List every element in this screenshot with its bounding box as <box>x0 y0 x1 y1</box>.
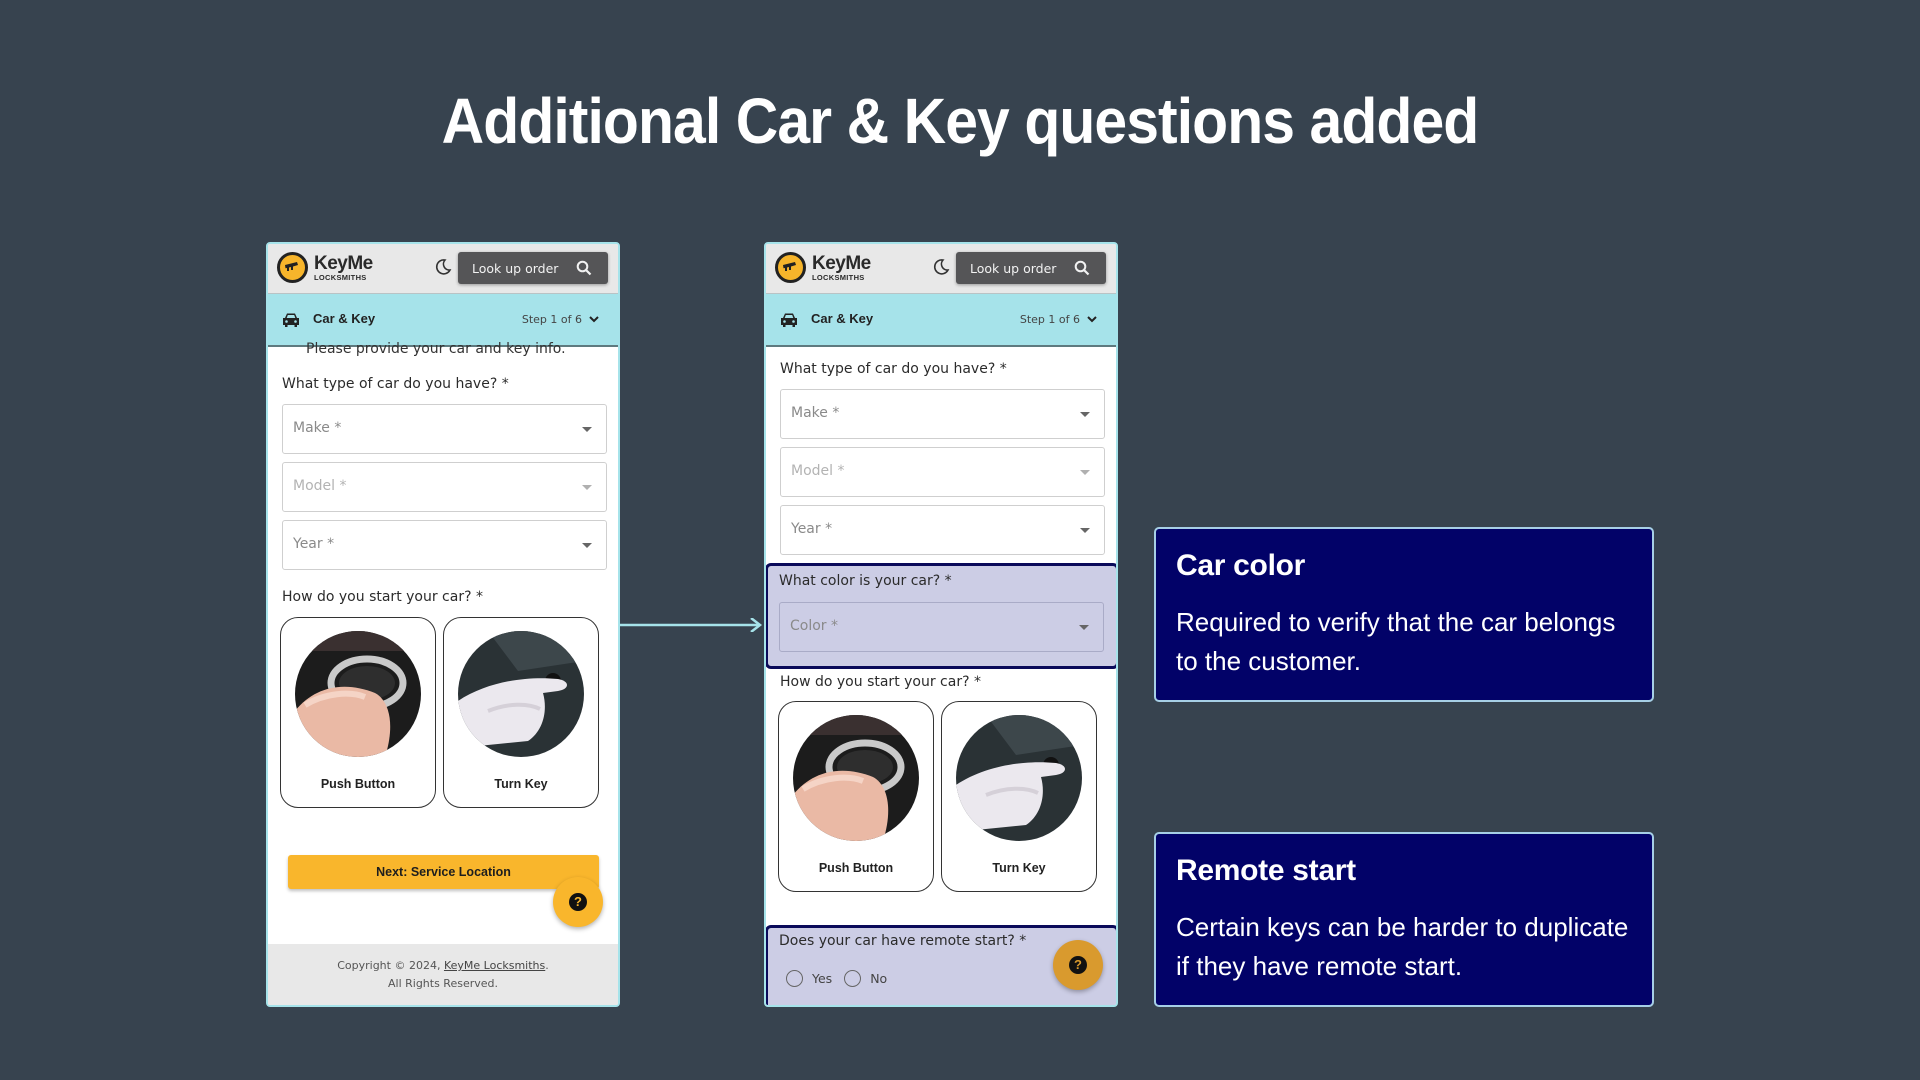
rights-reserved: All Rights Reserved. <box>387 977 499 990</box>
push-button-label: Push Button <box>320 777 396 791</box>
slide-title: Additional Car & Key questions added <box>441 85 1480 157</box>
turn-key-photo <box>956 715 1082 841</box>
chevron-down-icon[interactable] <box>588 314 600 324</box>
color-placeholder: Color * <box>790 618 839 634</box>
turn-key-photo <box>458 631 584 757</box>
model-select[interactable]: Model * <box>282 462 607 512</box>
dropdown-caret-icon <box>1080 470 1090 475</box>
turn-key-label: Turn Key <box>992 861 1046 875</box>
dropdown-caret-icon <box>582 543 592 548</box>
remote-start-question: Does your car have remote start? * <box>779 933 1027 949</box>
phone-before: KeyMe LOCKSMITHS Look up order Car & Key… <box>266 242 620 1007</box>
callout-title: Car color <box>1176 549 1306 582</box>
intro-text-clipped: Please provide your car and key info. <box>306 341 566 357</box>
car-type-question: What type of car do you have? * <box>780 361 1007 377</box>
option-push-button[interactable]: Push Button <box>280 617 436 808</box>
look-up-order-label: Look up order <box>970 260 1057 276</box>
start-method-question: How do you start your car? * <box>282 589 483 605</box>
search-icon <box>576 260 592 276</box>
help-button[interactable]: ? <box>553 877 603 927</box>
make-placeholder: Make * <box>791 405 840 421</box>
help-button[interactable]: ? <box>1053 940 1103 990</box>
dropdown-caret-icon <box>1080 528 1090 533</box>
keyme-locksmiths-link[interactable]: KeyMe Locksmiths <box>444 959 545 972</box>
dropdown-caret-icon <box>582 427 592 432</box>
car-icon <box>781 313 797 327</box>
remote-start-highlight: Does your car have remote start? * Yes N… <box>766 925 1116 1005</box>
app-header: KeyMe LOCKSMITHS Look up order <box>766 244 1116 294</box>
model-placeholder: Model * <box>791 463 845 479</box>
phone-after: KeyMe LOCKSMITHS Look up order Car & Key… <box>764 242 1118 1007</box>
footer: Copyright © 2024, KeyMe Locksmiths. All … <box>268 944 618 1005</box>
year-select[interactable]: Year * <box>282 520 607 570</box>
step-bar[interactable]: Car & Key Step 1 of 6 <box>766 294 1116 347</box>
step-count: Step 1 of 6 <box>1019 313 1080 326</box>
dark-mode-moon-icon[interactable] <box>932 258 950 276</box>
search-icon <box>1074 260 1090 276</box>
logo-subtitle: LOCKSMITHS <box>812 272 865 282</box>
look-up-order-button[interactable]: Look up order <box>458 252 608 284</box>
radio-yes-label: Yes <box>812 971 833 986</box>
copyright-line: Copyright © 2024, KeyMe Locksmiths. <box>268 957 618 975</box>
callout-body: Certain keys can be harder to duplicate … <box>1176 912 1629 981</box>
chevron-down-icon[interactable] <box>1086 314 1098 324</box>
callout-body: Required to verify that the car belongs … <box>1176 607 1616 676</box>
push-button-label: Push Button <box>818 861 894 875</box>
question-mark-icon: ? <box>1069 956 1087 974</box>
push-button-photo <box>793 715 919 841</box>
dark-mode-moon-icon[interactable] <box>434 258 452 276</box>
start-method-question: How do you start your car? * <box>780 674 981 690</box>
next-service-location-button[interactable]: Next: Service Location <box>288 855 599 889</box>
key-logo-icon <box>277 252 308 283</box>
radio-yes[interactable] <box>786 970 803 987</box>
color-question-highlight: What color is your car? * Color * <box>766 563 1116 669</box>
option-push-button[interactable]: Push Button <box>778 701 934 892</box>
dropdown-caret-icon <box>1079 625 1089 630</box>
copyright-suffix: . <box>545 959 549 972</box>
callout-car-color: Car color Required to verify that the ca… <box>1154 527 1654 702</box>
callout-remote-start: Remote start Certain keys can be harder … <box>1154 832 1654 1007</box>
keyme-logo[interactable]: KeyMe LOCKSMITHS <box>277 252 373 283</box>
logo-name: KeyMe <box>812 252 871 274</box>
model-select[interactable]: Model * <box>780 447 1105 497</box>
callout-title: Remote start <box>1176 854 1356 887</box>
logo-name: KeyMe <box>314 252 373 274</box>
look-up-order-button[interactable]: Look up order <box>956 252 1106 284</box>
look-up-order-label: Look up order <box>472 260 559 276</box>
make-select[interactable]: Make * <box>780 389 1105 439</box>
push-button-photo <box>295 631 421 757</box>
option-turn-key[interactable]: Turn Key <box>941 701 1097 892</box>
color-select[interactable]: Color * <box>779 602 1104 652</box>
dropdown-caret-icon <box>582 485 592 490</box>
car-icon <box>283 313 299 327</box>
make-placeholder: Make * <box>293 420 342 436</box>
app-header: KeyMe LOCKSMITHS Look up order <box>268 244 618 294</box>
car-type-question: What type of car do you have? * <box>282 376 509 392</box>
step-title: Car & Key <box>313 311 376 326</box>
step-count: Step 1 of 6 <box>521 313 582 326</box>
color-question: What color is your car? * <box>779 573 952 589</box>
logo-subtitle: LOCKSMITHS <box>314 272 367 282</box>
radio-no-label: No <box>870 971 888 986</box>
radio-no[interactable] <box>844 970 862 987</box>
make-select[interactable]: Make * <box>282 404 607 454</box>
step-bar[interactable]: Car & Key Step 1 of 6 <box>268 294 618 347</box>
question-mark-icon: ? <box>569 893 587 911</box>
year-placeholder: Year * <box>791 521 833 537</box>
copyright-prefix: Copyright © 2024, <box>337 959 444 972</box>
keyme-logo[interactable]: KeyMe LOCKSMITHS <box>775 252 871 283</box>
arrow-right-icon <box>620 618 763 632</box>
remote-start-options: Yes No <box>786 970 899 987</box>
year-select[interactable]: Year * <box>780 505 1105 555</box>
year-placeholder: Year * <box>293 536 335 552</box>
dropdown-caret-icon <box>1080 412 1090 417</box>
option-turn-key[interactable]: Turn Key <box>443 617 599 808</box>
step-title: Car & Key <box>811 311 874 326</box>
turn-key-label: Turn Key <box>494 777 548 791</box>
key-logo-icon <box>775 252 806 283</box>
model-placeholder: Model * <box>293 478 347 494</box>
